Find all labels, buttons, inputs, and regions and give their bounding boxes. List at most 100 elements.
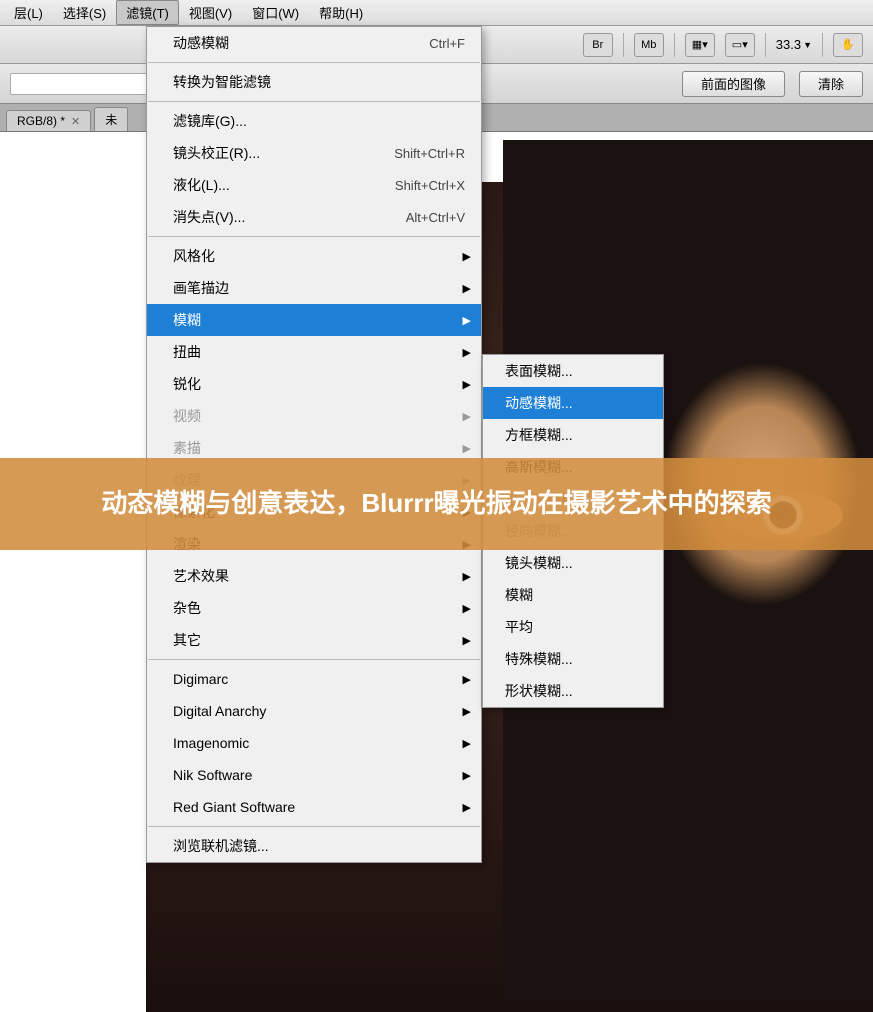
toolbar-separator xyxy=(623,33,624,57)
menu-item-artistic[interactable]: 艺术效果▶ xyxy=(147,560,481,592)
menu-select[interactable]: 选择(S) xyxy=(53,0,116,25)
menu-item-sharpen[interactable]: 锐化▶ xyxy=(147,368,481,400)
menu-item-browse-online[interactable]: 浏览联机滤镜... xyxy=(147,830,481,862)
menu-item-digital-anarchy[interactable]: Digital Anarchy▶ xyxy=(147,695,481,727)
menu-label: Imagenomic xyxy=(173,735,465,751)
menu-divider xyxy=(148,659,480,660)
menu-layer[interactable]: 层(L) xyxy=(4,0,53,25)
menu-label: 杂色 xyxy=(173,598,465,618)
menu-item-liquify[interactable]: 液化(L)...Shift+Ctrl+X xyxy=(147,169,481,201)
menu-label: 风格化 xyxy=(173,246,465,266)
menu-divider xyxy=(148,101,480,102)
menu-item-smart-filter[interactable]: 转换为智能滤镜 xyxy=(147,66,481,98)
menu-item-other[interactable]: 其它▶ xyxy=(147,624,481,656)
menu-item-digimarc[interactable]: Digimarc▶ xyxy=(147,663,481,695)
menu-bar: 层(L) 选择(S) 滤镜(T) 视图(V) 窗口(W) 帮助(H) xyxy=(0,0,873,26)
menu-item-distort[interactable]: 扭曲▶ xyxy=(147,336,481,368)
toolbar-separator xyxy=(674,33,675,57)
chevron-right-icon: ▶ xyxy=(463,346,471,359)
zoom-level[interactable]: 33.3 ▼ xyxy=(776,37,812,52)
menu-filter[interactable]: 滤镜(T) xyxy=(116,0,179,25)
doc-tab-1[interactable]: RGB/8) * ✕ xyxy=(6,110,91,131)
hand-icon[interactable]: ✋ xyxy=(833,33,863,57)
menu-divider xyxy=(148,826,480,827)
menu-label: 平均 xyxy=(505,617,533,637)
submenu-smart-blur[interactable]: 特殊模糊... xyxy=(483,643,663,675)
menu-label: 画笔描边 xyxy=(173,278,465,298)
mb-icon[interactable]: Mb xyxy=(634,33,664,57)
zoom-value: 33.3 xyxy=(776,37,801,52)
toolbar-separator xyxy=(765,33,766,57)
chevron-right-icon: ▶ xyxy=(463,314,471,327)
menu-label: 转换为智能滤镜 xyxy=(173,72,465,92)
menu-shortcut: Shift+Ctrl+X xyxy=(395,178,465,193)
menu-label: 素描 xyxy=(173,438,465,458)
menu-window[interactable]: 窗口(W) xyxy=(242,0,309,25)
menu-item-lens-correction[interactable]: 镜头校正(R)...Shift+Ctrl+R xyxy=(147,137,481,169)
menu-item-blur[interactable]: 模糊▶ xyxy=(147,304,481,336)
chevron-right-icon: ▶ xyxy=(463,570,471,583)
tab-label: 未 xyxy=(105,111,117,128)
menu-label: 锐化 xyxy=(173,374,465,394)
canvas-background xyxy=(0,132,146,1012)
chevron-right-icon: ▶ xyxy=(463,737,471,750)
submenu-lens-blur[interactable]: 镜头模糊... xyxy=(483,547,663,579)
submenu-shape-blur[interactable]: 形状模糊... xyxy=(483,675,663,707)
submenu-surface-blur[interactable]: 表面模糊... xyxy=(483,355,663,387)
chevron-right-icon: ▶ xyxy=(463,250,471,263)
menu-item-nik-software[interactable]: Nik Software▶ xyxy=(147,759,481,791)
menu-item-stylize[interactable]: 风格化▶ xyxy=(147,240,481,272)
option-input[interactable] xyxy=(10,73,150,95)
chevron-right-icon: ▶ xyxy=(463,602,471,615)
menu-label: 消失点(V)... xyxy=(173,207,406,227)
chevron-right-icon: ▶ xyxy=(463,282,471,295)
doc-tab-2[interactable]: 未 xyxy=(94,107,128,131)
menu-label: 模糊 xyxy=(173,310,465,330)
menu-label: Nik Software xyxy=(173,767,465,783)
chevron-right-icon: ▶ xyxy=(463,801,471,814)
submenu-average[interactable]: 平均 xyxy=(483,611,663,643)
menu-divider xyxy=(148,62,480,63)
menu-item-recent-filter[interactable]: 动感模糊 Ctrl+F xyxy=(147,27,481,59)
menu-label: 视频 xyxy=(173,406,465,426)
tab-label: RGB/8) * xyxy=(17,114,65,128)
chevron-right-icon: ▶ xyxy=(463,769,471,782)
menu-view[interactable]: 视图(V) xyxy=(179,0,242,25)
bridge-icon[interactable]: Br xyxy=(583,33,613,57)
chevron-down-icon: ▼ xyxy=(803,40,812,50)
close-icon[interactable]: ✕ xyxy=(71,115,80,128)
menu-label: 方框模糊... xyxy=(505,425,573,445)
menu-divider xyxy=(148,236,480,237)
menu-shortcut: Shift+Ctrl+R xyxy=(394,146,465,161)
submenu-motion-blur[interactable]: 动感模糊... xyxy=(483,387,663,419)
menu-label: 浏览联机滤镜... xyxy=(173,836,465,856)
clear-button[interactable]: 清除 xyxy=(799,71,863,97)
grid-icon[interactable]: ▦▾ xyxy=(685,33,715,57)
chevron-right-icon: ▶ xyxy=(463,705,471,718)
menu-item-video[interactable]: 视频▶ xyxy=(147,400,481,432)
menu-shortcut: Alt+Ctrl+V xyxy=(406,210,465,225)
submenu-box-blur[interactable]: 方框模糊... xyxy=(483,419,663,451)
menu-label: 特殊模糊... xyxy=(505,649,573,669)
menu-label: 镜头模糊... xyxy=(505,553,573,573)
submenu-blur[interactable]: 模糊 xyxy=(483,579,663,611)
chevron-right-icon: ▶ xyxy=(463,410,471,423)
menu-item-noise[interactable]: 杂色▶ xyxy=(147,592,481,624)
toolbar-separator xyxy=(822,33,823,57)
menu-label: Digital Anarchy xyxy=(173,703,465,719)
menu-label: 液化(L)... xyxy=(173,175,395,195)
menu-item-filter-gallery[interactable]: 滤镜库(G)... xyxy=(147,105,481,137)
menu-label: 镜头校正(R)... xyxy=(173,143,394,163)
menu-label: 表面模糊... xyxy=(505,361,573,381)
menu-label: 滤镜库(G)... xyxy=(173,111,465,131)
menu-label: 动感模糊... xyxy=(505,393,573,413)
screen-mode-icon[interactable]: ▭▾ xyxy=(725,33,755,57)
front-image-button[interactable]: 前面的图像 xyxy=(682,71,785,97)
menu-item-red-giant[interactable]: Red Giant Software▶ xyxy=(147,791,481,823)
menu-label: 动感模糊 xyxy=(173,33,429,53)
menu-item-imagenomic[interactable]: Imagenomic▶ xyxy=(147,727,481,759)
filter-dropdown-menu: 动感模糊 Ctrl+F 转换为智能滤镜 滤镜库(G)... 镜头校正(R)...… xyxy=(146,26,482,863)
menu-help[interactable]: 帮助(H) xyxy=(309,0,373,25)
menu-item-vanishing-point[interactable]: 消失点(V)...Alt+Ctrl+V xyxy=(147,201,481,233)
menu-item-brush-strokes[interactable]: 画笔描边▶ xyxy=(147,272,481,304)
